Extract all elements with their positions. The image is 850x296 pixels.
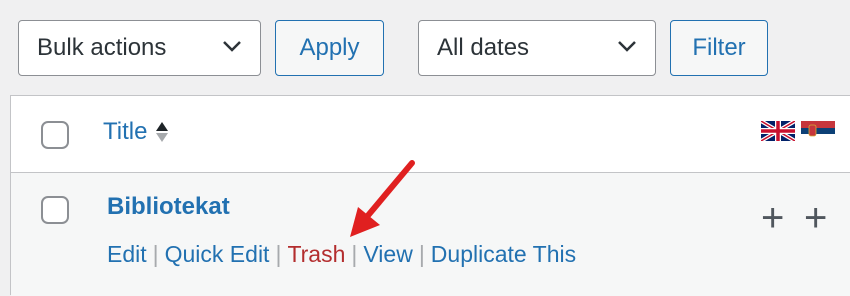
edit-link[interactable]: Edit [107, 241, 147, 268]
tablenav-top: Bulk actions Apply All dates Filter [0, 0, 850, 95]
plus-icon[interactable]: + [761, 198, 784, 238]
filter-button[interactable]: Filter [670, 20, 768, 76]
date-filter-select[interactable]: All dates [418, 20, 656, 76]
posts-table: Title Bibliotekat + + Edit | Quick Edit … [10, 95, 850, 296]
row-title-link[interactable]: Bibliotekat [107, 193, 230, 221]
bulk-actions-select[interactable]: Bulk actions [18, 20, 261, 76]
separator: | [275, 241, 282, 267]
sr-flag-icon[interactable] [801, 121, 835, 141]
table-row: Bibliotekat + + Edit | Quick Edit | Tras… [11, 173, 850, 296]
quick-edit-link[interactable]: Quick Edit [165, 241, 270, 268]
filter-button-label: Filter [692, 34, 746, 61]
row-checkbox[interactable] [41, 196, 69, 224]
plus-icon[interactable]: + [804, 198, 827, 238]
row-actions: Edit | Quick Edit | Trash | View | Dupli… [107, 241, 576, 268]
date-filter-value: All dates [437, 34, 530, 61]
apply-button-label: Apply [299, 34, 360, 61]
chevron-down-icon [618, 41, 636, 52]
sort-icon [156, 122, 169, 142]
en-gb-flag-icon[interactable] [761, 121, 795, 141]
trash-link[interactable]: Trash [287, 241, 345, 268]
view-link[interactable]: View [363, 241, 412, 268]
title-column-header[interactable]: Title [103, 118, 169, 146]
separator: | [152, 241, 159, 267]
separator: | [418, 241, 425, 267]
select-all-checkbox[interactable] [41, 121, 69, 149]
chevron-down-icon [223, 41, 241, 52]
title-column-label: Title [103, 118, 148, 145]
annotation-arrow-icon [350, 160, 415, 237]
duplicate-link[interactable]: Duplicate This [431, 241, 576, 268]
bulk-actions-value: Bulk actions [37, 34, 167, 61]
separator: | [351, 241, 358, 267]
apply-button[interactable]: Apply [275, 20, 384, 76]
table-header: Title [11, 96, 850, 173]
